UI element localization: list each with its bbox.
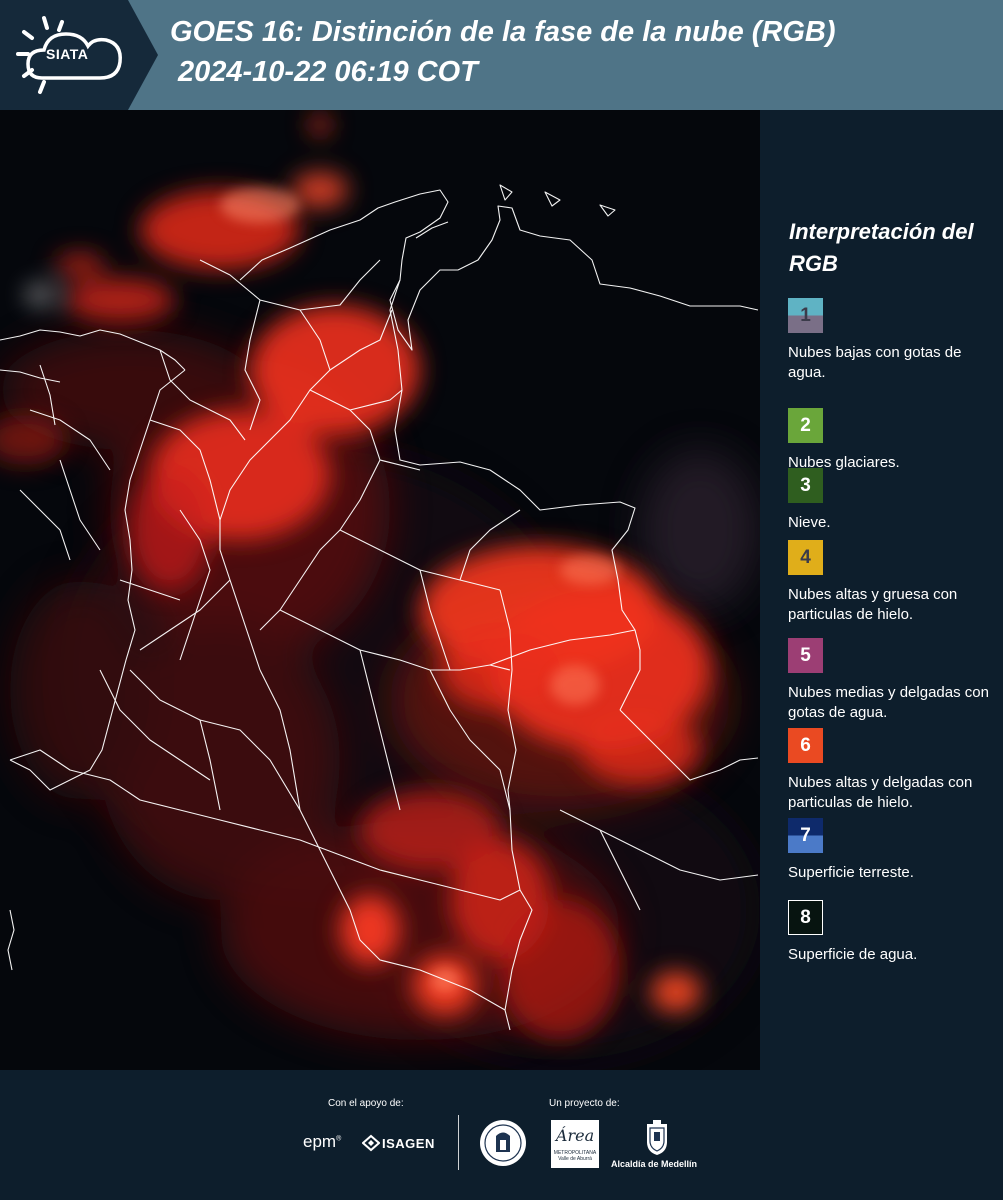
legend-swatch-4: 4 (788, 540, 823, 575)
legend-panel: Interpretación del RGB 1 Nubes bajas con … (760, 110, 1003, 1070)
legend-item-5: 5 Nubes medias y delgadas con gotas de ag… (788, 638, 1003, 723)
legend-number: 7 (800, 824, 811, 846)
legend-swatch-2: 2 (788, 408, 823, 443)
legend-label: Nieve. (788, 514, 831, 531)
legend-swatch-1: 1 (788, 298, 823, 333)
area-logo-subtext: METROPOLITANA Valle de Aburrá (553, 1150, 597, 1162)
header-banner: SIATA GOES 16: Distinción de la fase de … (0, 0, 1003, 110)
legend-number: 6 (800, 734, 811, 756)
legend-number: 5 (800, 644, 811, 666)
legend-label: Superficie terreste. (788, 864, 914, 881)
area-logo-text: Área (555, 1126, 595, 1145)
legend-item-3: 3 Nieve. (788, 468, 1003, 533)
legend-number: 3 (800, 474, 811, 496)
seal-logo-icon (480, 1120, 526, 1166)
legend-item-8: 8 Superficie de agua. (788, 900, 1003, 965)
legend-number: 2 (800, 414, 811, 436)
alcaldia-shield-icon (647, 1120, 667, 1155)
project-label: Un proyecto de: (549, 1098, 620, 1109)
legend-swatch-7: 7 (788, 818, 823, 853)
legend-swatch-3: 3 (788, 468, 823, 503)
epm-logo-text: epm (303, 1132, 337, 1151)
satellite-map (0, 110, 760, 1070)
legend-number: 4 (800, 546, 811, 568)
isagen-icon (361, 1134, 381, 1152)
isagen-logo-text: ISAGEN (382, 1136, 435, 1151)
legend-item-4: 4 Nubes altas y gruesa con particulas de … (788, 540, 1003, 625)
legend-label: Nubes medias y delgadas con gotas de agu… (788, 684, 989, 721)
legend-swatch-6: 6 (788, 728, 823, 763)
area-metropolitana-logo: Área METROPOLITANA Valle de Aburrá (551, 1120, 599, 1168)
page-timestamp: 2024-10-22 06:19 COT (178, 56, 478, 88)
logo-panel: SIATA (0, 0, 160, 110)
siata-logo-text: SIATA (46, 46, 89, 62)
alcaldia-logo-text: Alcaldía de Medellín (611, 1159, 698, 1169)
legend-swatch-5: 5 (788, 638, 823, 673)
footer: Con el apoyo de: Un proyecto de: epm® IS… (0, 1070, 1003, 1200)
legend-title: Interpretación del RGB (789, 219, 974, 276)
legend-item-7: 7 Superficie terreste. (788, 818, 1003, 883)
legend-label: Superficie de agua. (788, 946, 918, 963)
support-label: Con el apoyo de: (328, 1098, 404, 1109)
legend-label: Nubes altas y delgadas con particulas de… (788, 774, 973, 811)
legend-number: 1 (800, 304, 811, 326)
footer-divider (458, 1115, 459, 1170)
epm-logo: epm® (303, 1132, 342, 1151)
legend-item-1: 1 Nubes bajas con gotas de agua. (788, 298, 1003, 383)
isagen-logo: ISAGEN (361, 1134, 442, 1154)
legend-label: Nubes altas y gruesa con particulas de h… (788, 586, 958, 623)
page-title: GOES 16: Distinción de la fase de la nub… (170, 16, 836, 48)
legend-swatch-8: 8 (788, 900, 823, 935)
satellite-image (0, 110, 760, 1070)
legend-item-6: 6 Nubes altas y delgadas con particulas d… (788, 728, 1003, 813)
legend-item-2: 2 Nubes glaciares. (788, 408, 1003, 473)
legend-number: 8 (800, 906, 811, 928)
legend-label: Nubes bajas con gotas de agua. (788, 344, 962, 381)
